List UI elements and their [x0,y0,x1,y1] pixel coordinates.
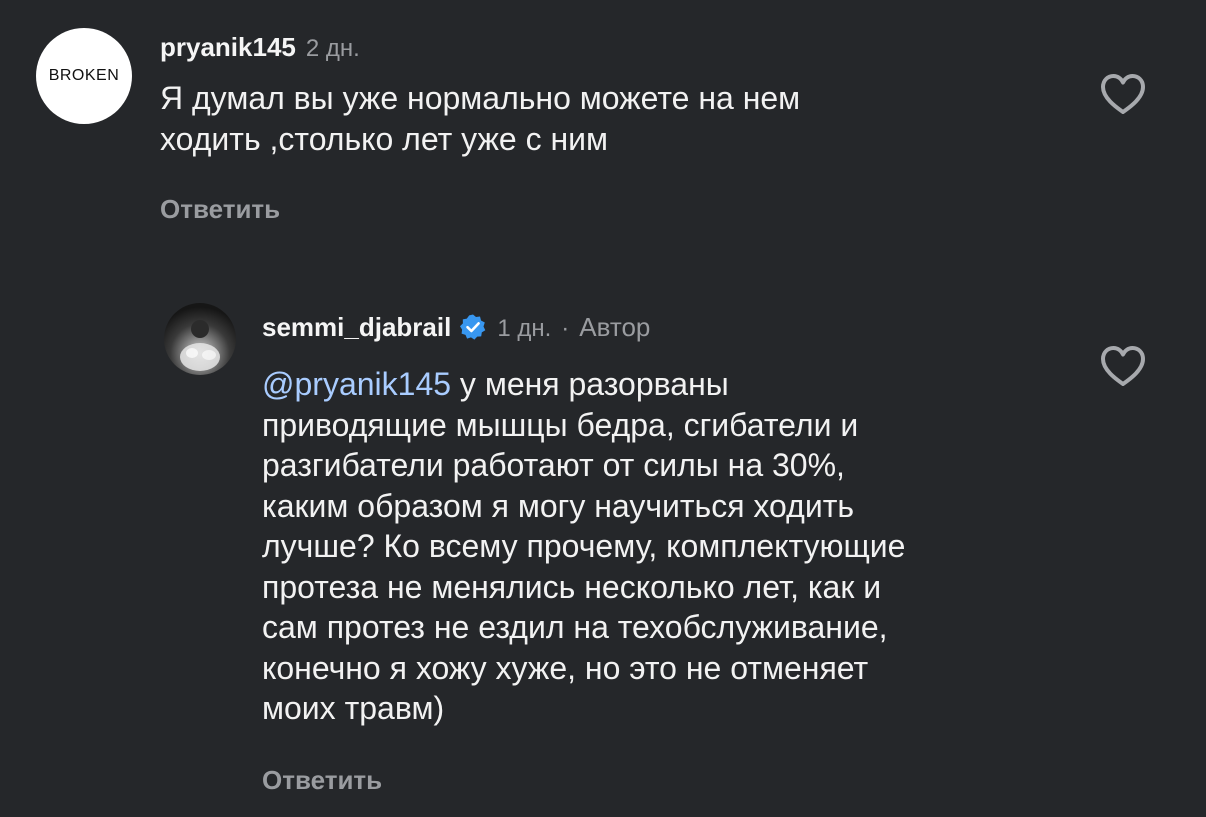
reply-button[interactable]: Ответить [160,194,980,225]
comment-text-content: у меня разорваны приводящие мышцы бедра,… [262,366,906,726]
username[interactable]: semmi_djabrail [262,312,451,343]
heart-outline-icon[interactable] [1099,72,1147,116]
comment-text: Я думал вы уже нормально можете на нем х… [160,80,801,157]
mention-link[interactable]: @pryanik145 [262,366,451,402]
timestamp[interactable]: 1 дн. [497,315,551,343]
author-badge: Автор [579,312,651,342]
meta-separator: · [561,315,570,342]
avatar[interactable]: BROKEN [36,28,132,124]
comment-meta: pryanik145 2 дн. [160,28,980,72]
reply-button[interactable]: Ответить [262,765,1062,796]
avatar-photo-icon [180,320,220,371]
comment-meta: semmi_djabrail 1 дн. · Автор [262,300,1062,354]
comment-text: @pryanik145 у меня разорваны приводящие … [262,364,1062,729]
comment-body: semmi_djabrail 1 дн. · Автор @pryanik145… [262,300,1062,796]
comment-body: pryanik145 2 дн. Я думал вы уже нормальн… [160,28,980,225]
comments-thread: BROKEN pryanik145 2 дн. Я думал вы уже н… [0,0,1206,817]
avatar-logo-text: BROKEN [48,67,120,84]
heart-outline-icon[interactable] [1099,344,1147,388]
avatar[interactable] [164,303,236,375]
username[interactable]: pryanik145 [160,32,296,63]
verified-badge-icon [459,313,487,341]
timestamp[interactable]: 2 дн. [306,35,360,63]
